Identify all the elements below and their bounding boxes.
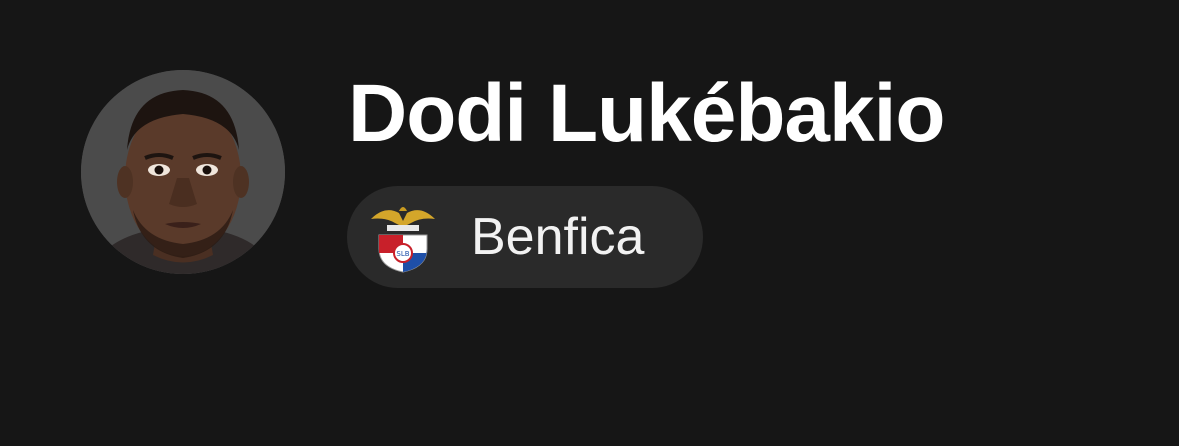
team-chip[interactable]: SLB Benfica: [347, 186, 703, 288]
player-name: Dodi Lukébakio: [348, 68, 946, 159]
team-name: Benfica: [471, 208, 645, 266]
svg-text:SLB: SLB: [396, 250, 409, 258]
player-photo: [81, 70, 285, 274]
benfica-crest-icon: SLB: [371, 207, 435, 273]
player-avatar: [81, 70, 285, 274]
